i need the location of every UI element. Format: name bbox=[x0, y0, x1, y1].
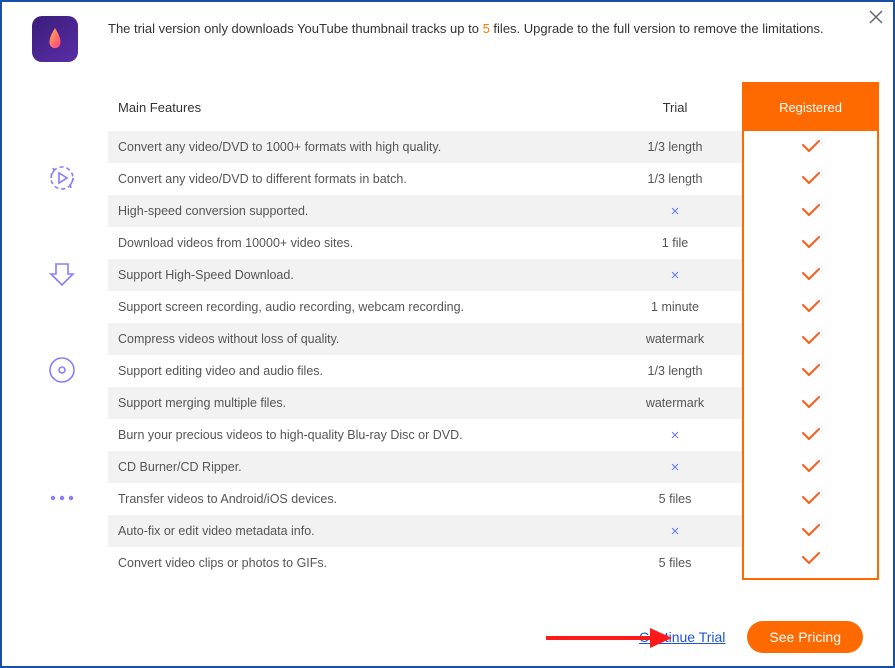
check-icon bbox=[802, 333, 820, 347]
registered-value bbox=[743, 227, 878, 259]
trial-value: 1/3 length bbox=[608, 163, 743, 195]
check-icon bbox=[802, 397, 820, 411]
feature-label: Download videos from 10000+ video sites. bbox=[108, 227, 608, 259]
trial-banner: The trial version only downloads YouTube… bbox=[2, 2, 893, 74]
feature-label: Auto-fix or edit video metadata info. bbox=[108, 515, 608, 547]
table-row: Support merging multiple files.watermark bbox=[16, 387, 878, 419]
registered-value bbox=[743, 323, 878, 355]
trial-value: 5 files bbox=[608, 547, 743, 579]
feature-label: Transfer videos to Android/iOS devices. bbox=[108, 483, 608, 515]
feature-label: Support High-Speed Download. bbox=[108, 259, 608, 291]
trial-value: 1 file bbox=[608, 227, 743, 259]
trial-value: 5 files bbox=[608, 483, 743, 515]
registered-value bbox=[743, 131, 878, 163]
cross-icon: × bbox=[671, 523, 680, 540]
trial-value: watermark bbox=[608, 323, 743, 355]
trial-value: × bbox=[608, 419, 743, 451]
trial-value: × bbox=[608, 259, 743, 291]
registered-value bbox=[743, 259, 878, 291]
check-icon bbox=[802, 237, 820, 251]
table-row: Convert any video/DVD to 1000+ formats w… bbox=[16, 131, 878, 163]
download-group-icon bbox=[16, 227, 108, 323]
trial-message: The trial version only downloads YouTube… bbox=[108, 16, 863, 40]
cross-icon: × bbox=[671, 267, 680, 284]
trial-value: 1/3 length bbox=[608, 131, 743, 163]
registered-value bbox=[743, 355, 878, 387]
registered-value bbox=[743, 387, 878, 419]
convert-group-icon bbox=[16, 131, 108, 227]
table-row: Transfer videos to Android/iOS devices.5… bbox=[16, 483, 878, 515]
trial-value: × bbox=[608, 195, 743, 227]
cross-icon: × bbox=[671, 459, 680, 476]
trial-value: 1/3 length bbox=[608, 355, 743, 387]
feature-label: Compress videos without loss of quality. bbox=[108, 323, 608, 355]
check-icon bbox=[802, 365, 820, 379]
check-icon bbox=[802, 525, 820, 539]
check-icon bbox=[802, 461, 820, 475]
convert-icon bbox=[42, 158, 82, 198]
feature-label: Burn your precious videos to high-qualit… bbox=[108, 419, 608, 451]
feature-label: High-speed conversion supported. bbox=[108, 195, 608, 227]
trial-value: × bbox=[608, 515, 743, 547]
check-icon bbox=[802, 493, 820, 507]
table-row: Auto-fix or edit video metadata info. × bbox=[16, 515, 878, 547]
table-row: CD Burner/CD Ripper. × bbox=[16, 451, 878, 483]
comparison-table: Main Features Trial Registered Convert a… bbox=[2, 74, 893, 580]
continue-trial-link[interactable]: Continue Trial bbox=[639, 629, 725, 645]
table-row: Burn your precious videos to high-qualit… bbox=[16, 419, 878, 451]
feature-label: Convert video clips or photos to GIFs. bbox=[108, 547, 608, 579]
check-icon bbox=[802, 301, 820, 315]
check-icon bbox=[802, 429, 820, 443]
table-row: Compress videos without loss of quality.… bbox=[16, 323, 878, 355]
check-icon bbox=[802, 173, 820, 187]
registered-value bbox=[743, 547, 878, 579]
see-pricing-button[interactable]: See Pricing bbox=[747, 621, 863, 653]
table-row: Convert any video/DVD to different forma… bbox=[16, 163, 878, 195]
check-icon bbox=[802, 553, 820, 567]
download-icon bbox=[42, 254, 82, 294]
col-header-empty bbox=[16, 83, 108, 131]
app-logo bbox=[32, 16, 78, 62]
check-icon bbox=[802, 141, 820, 155]
feature-label: CD Burner/CD Ripper. bbox=[108, 451, 608, 483]
table-row: Download videos from 10000+ video sites.… bbox=[16, 227, 878, 259]
cross-icon: × bbox=[671, 203, 680, 220]
trial-value: watermark bbox=[608, 387, 743, 419]
close-icon[interactable] bbox=[867, 8, 885, 26]
registered-value bbox=[743, 291, 878, 323]
table-row: Convert video clips or photos to GIFs.5 … bbox=[16, 547, 878, 579]
disc-group-icon bbox=[16, 323, 108, 419]
table-row: Support editing video and audio files.1/… bbox=[16, 355, 878, 387]
disc-icon bbox=[42, 350, 82, 390]
registered-value bbox=[743, 483, 878, 515]
feature-label: Support editing video and audio files. bbox=[108, 355, 608, 387]
registered-value bbox=[743, 515, 878, 547]
feature-label: Convert any video/DVD to 1000+ formats w… bbox=[108, 131, 608, 163]
cross-icon: × bbox=[671, 427, 680, 444]
registered-value bbox=[743, 163, 878, 195]
check-icon bbox=[802, 205, 820, 219]
registered-value bbox=[743, 451, 878, 483]
trial-value: 1 minute bbox=[608, 291, 743, 323]
dialog-footer: Continue Trial See Pricing bbox=[2, 608, 893, 666]
col-header-registered: Registered bbox=[743, 83, 878, 131]
trial-value: × bbox=[608, 451, 743, 483]
more-icon bbox=[42, 478, 82, 518]
more-group-icon bbox=[16, 419, 108, 579]
table-row: Support screen recording, audio recordin… bbox=[16, 291, 878, 323]
col-header-features: Main Features bbox=[108, 83, 608, 131]
registered-value bbox=[743, 419, 878, 451]
feature-label: Support screen recording, audio recordin… bbox=[108, 291, 608, 323]
registered-value bbox=[743, 195, 878, 227]
check-icon bbox=[802, 269, 820, 283]
table-row: Support High-Speed Download. × bbox=[16, 259, 878, 291]
feature-label: Support merging multiple files. bbox=[108, 387, 608, 419]
col-header-trial: Trial bbox=[608, 83, 743, 131]
table-row: High-speed conversion supported. × bbox=[16, 195, 878, 227]
feature-label: Convert any video/DVD to different forma… bbox=[108, 163, 608, 195]
